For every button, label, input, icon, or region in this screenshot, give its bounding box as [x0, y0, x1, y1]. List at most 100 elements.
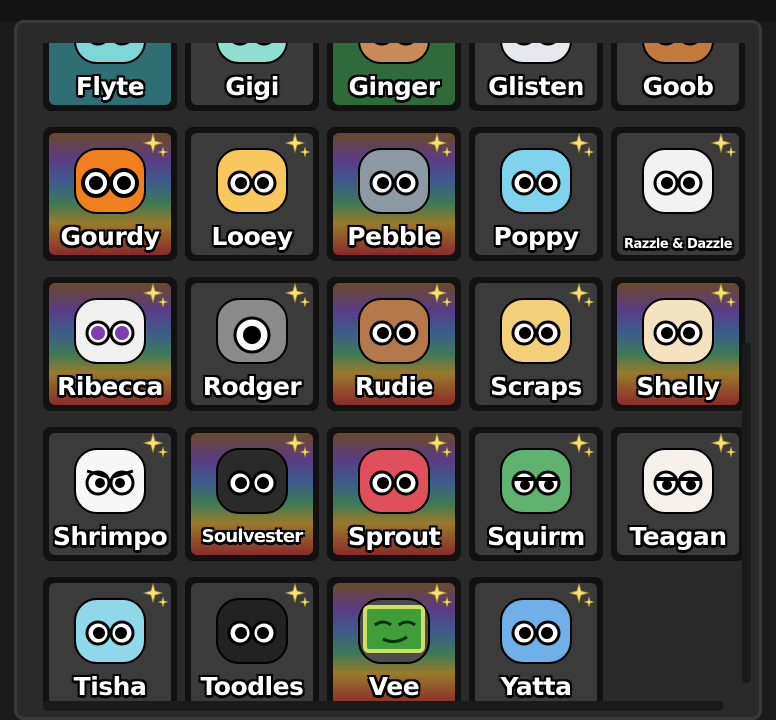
character-name: Ginger	[348, 72, 440, 101]
character-name: Pebble	[347, 222, 441, 251]
sparkle-icon	[426, 433, 453, 459]
character-grid-viewport[interactable]: Flyte Gigi Ginger Glisten Goob Gourdy Looey Peb…	[43, 43, 755, 703]
character-slot-tisha[interactable]: Tisha	[43, 577, 177, 703]
character-portrait	[351, 593, 437, 673]
character-card: Gigi	[191, 43, 313, 105]
character-name: Tisha	[73, 672, 147, 701]
character-portrait	[635, 143, 721, 223]
character-card: Ribecca	[49, 283, 171, 405]
character-name: Teagan	[629, 522, 727, 551]
character-name: Toodles	[200, 672, 304, 701]
character-slot-razzle-dazzle[interactable]: Razzle & Dazzle	[611, 127, 745, 261]
sparkle-icon	[568, 433, 595, 459]
character-card: Yatta	[475, 583, 597, 703]
character-slot-gourdy[interactable]: Gourdy	[43, 127, 177, 261]
character-card: Gourdy	[49, 133, 171, 255]
character-name: Squirm	[487, 522, 585, 551]
character-portrait	[209, 143, 295, 223]
character-portrait	[67, 143, 153, 223]
character-portrait	[351, 443, 437, 523]
character-slot-gigi[interactable]: Gigi	[185, 43, 319, 111]
character-portrait	[209, 593, 295, 673]
character-slot-ribecca[interactable]: Ribecca	[43, 277, 177, 411]
sparkle-icon	[710, 283, 737, 309]
character-slot-pebble[interactable]: Pebble	[327, 127, 461, 261]
character-name: Scraps	[490, 372, 582, 401]
character-card: Looey	[191, 133, 313, 255]
character-slot-scraps[interactable]: Scraps	[469, 277, 603, 411]
sparkle-icon	[142, 583, 169, 609]
character-slot-flyte[interactable]: Flyte	[43, 43, 177, 111]
character-slot-toodles[interactable]: Toodles	[185, 577, 319, 703]
sparkle-icon	[710, 433, 737, 459]
sparkle-icon	[426, 133, 453, 159]
character-slot-poppy[interactable]: Poppy	[469, 127, 603, 261]
sparkle-icon	[142, 433, 169, 459]
sparkle-icon	[284, 583, 311, 609]
character-portrait	[493, 293, 579, 373]
character-name: Poppy	[493, 222, 579, 251]
character-portrait	[493, 593, 579, 673]
character-card: Rodger	[191, 283, 313, 405]
character-name: Glisten	[488, 72, 584, 101]
character-card: Goob	[617, 43, 739, 105]
sparkle-icon	[710, 133, 737, 159]
character-slot-yatta[interactable]: Yatta	[469, 577, 603, 703]
character-name: Yatta	[500, 672, 572, 701]
character-card: Soulvester	[191, 433, 313, 555]
character-name: Razzle & Dazzle	[623, 237, 733, 252]
character-card: Pebble	[333, 133, 455, 255]
character-slot-goob[interactable]: Goob	[611, 43, 745, 111]
character-name: Flyte	[75, 72, 145, 101]
character-card: Glisten	[475, 43, 597, 105]
character-card: Flyte	[49, 43, 171, 105]
character-name: Rudie	[355, 372, 433, 401]
character-slot-looey[interactable]: Looey	[185, 127, 319, 261]
character-portrait	[635, 293, 721, 373]
character-slot-rudie[interactable]: Rudie	[327, 277, 461, 411]
character-portrait	[493, 43, 579, 73]
character-portrait	[67, 443, 153, 523]
character-portrait	[67, 593, 153, 673]
horizontal-scrollbar[interactable]	[43, 701, 723, 711]
sparkle-icon	[426, 583, 453, 609]
vertical-scrollbar[interactable]	[742, 343, 751, 683]
character-slot-vee[interactable]: Vee	[327, 577, 461, 703]
character-slot-glisten[interactable]: Glisten	[469, 43, 603, 111]
character-slot-shelly[interactable]: Shelly	[611, 277, 745, 411]
character-portrait	[351, 143, 437, 223]
character-portrait	[209, 443, 295, 523]
character-name: Shrimpo	[52, 522, 168, 551]
character-card: Tisha	[49, 583, 171, 703]
character-name: Gigi	[225, 72, 279, 101]
character-slot-soulvester[interactable]: Soulvester	[185, 427, 319, 561]
sparkle-icon	[142, 133, 169, 159]
sparkle-icon	[284, 283, 311, 309]
sparkle-icon	[568, 583, 595, 609]
character-slot-ginger[interactable]: Ginger	[327, 43, 461, 111]
character-card: Sprout	[333, 433, 455, 555]
character-inventory-panel: Flyte Gigi Ginger Glisten Goob Gourdy Looey Peb…	[14, 20, 762, 720]
character-portrait	[351, 293, 437, 373]
sparkle-icon	[284, 433, 311, 459]
character-portrait	[67, 293, 153, 373]
character-slot-teagan[interactable]: Teagan	[611, 427, 745, 561]
character-card: Ginger	[333, 43, 455, 105]
character-name: Shelly	[636, 372, 720, 401]
character-slot-rodger[interactable]: Rodger	[185, 277, 319, 411]
character-card: Razzle & Dazzle	[617, 133, 739, 255]
character-slot-squirm[interactable]: Squirm	[469, 427, 603, 561]
character-portrait	[351, 43, 437, 73]
character-card: Shelly	[617, 283, 739, 405]
sparkle-icon	[426, 283, 453, 309]
character-name: Vee	[368, 672, 420, 701]
sparkle-icon	[568, 283, 595, 309]
character-portrait	[493, 143, 579, 223]
character-slot-shrimpo[interactable]: Shrimpo	[43, 427, 177, 561]
character-portrait	[67, 43, 153, 73]
character-name: Gourdy	[60, 222, 160, 251]
sparkle-icon	[568, 133, 595, 159]
character-name: Looey	[211, 222, 293, 251]
character-name: Sprout	[347, 522, 441, 551]
character-slot-sprout[interactable]: Sprout	[327, 427, 461, 561]
